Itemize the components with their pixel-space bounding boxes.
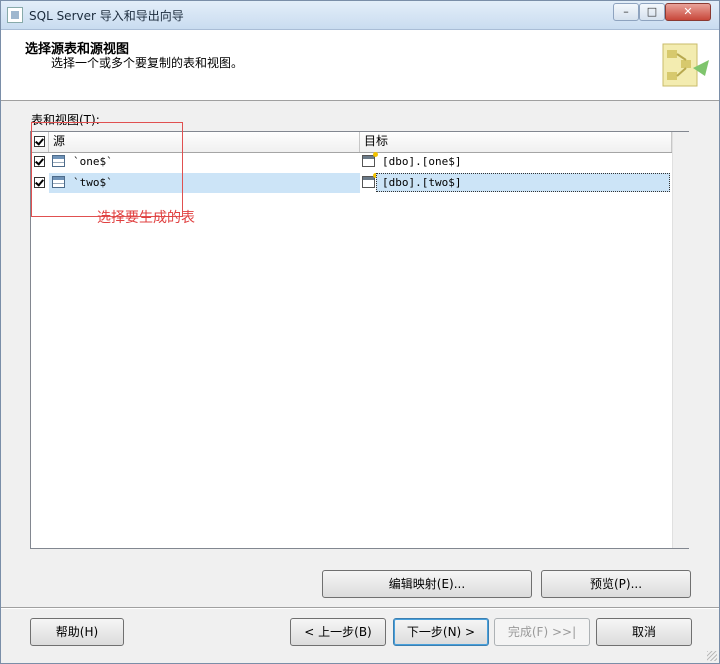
resize-grip[interactable] [707,651,717,661]
annotation-text: 选择要生成的表 [97,210,195,226]
footer-divider [1,607,719,609]
vertical-scrollbar[interactable] [672,132,689,548]
edit-mappings-button[interactable]: 编辑映射(E)... [322,570,532,598]
column-header-destination[interactable]: 目标 [360,132,672,152]
destination-name: [dbo].[two$] [382,176,462,189]
destination-cell[interactable]: [dbo].[one$] [360,152,672,172]
new-table-icon [362,173,378,188]
destination-name: [dbo].[one$] [382,155,462,168]
maximize-button[interactable]: □ [639,3,665,21]
app-icon [7,7,23,23]
annotation-box [31,122,183,217]
destination-cell[interactable]: [dbo].[two$] [360,173,672,193]
wizard-window: SQL Server 导入和导出向导 – □ ✕ 选择源表和源视图 选择一个或多… [0,0,720,664]
window-title: SQL Server 导入和导出向导 [29,9,184,23]
title-bar: SQL Server 导入和导出向导 – □ ✕ [1,1,719,30]
help-button[interactable]: 帮助(H) [30,618,124,646]
finish-button[interactable]: 完成(F) >>| [494,618,590,646]
wizard-header: 选择源表和源视图 选择一个或多个要复制的表和视图。 [1,30,719,101]
new-table-icon [362,152,378,167]
next-button[interactable]: 下一步(N) > [393,618,489,646]
back-button[interactable]: < 上一步(B) [290,618,386,646]
minimize-button[interactable]: – [613,3,639,21]
page-subtitle: 选择一个或多个要复制的表和视图。 [51,56,244,70]
wizard-logo-icon [662,43,709,87]
close-button[interactable]: ✕ [665,3,711,21]
preview-button[interactable]: 预览(P)... [541,570,691,598]
cancel-button[interactable]: 取消 [596,618,692,646]
